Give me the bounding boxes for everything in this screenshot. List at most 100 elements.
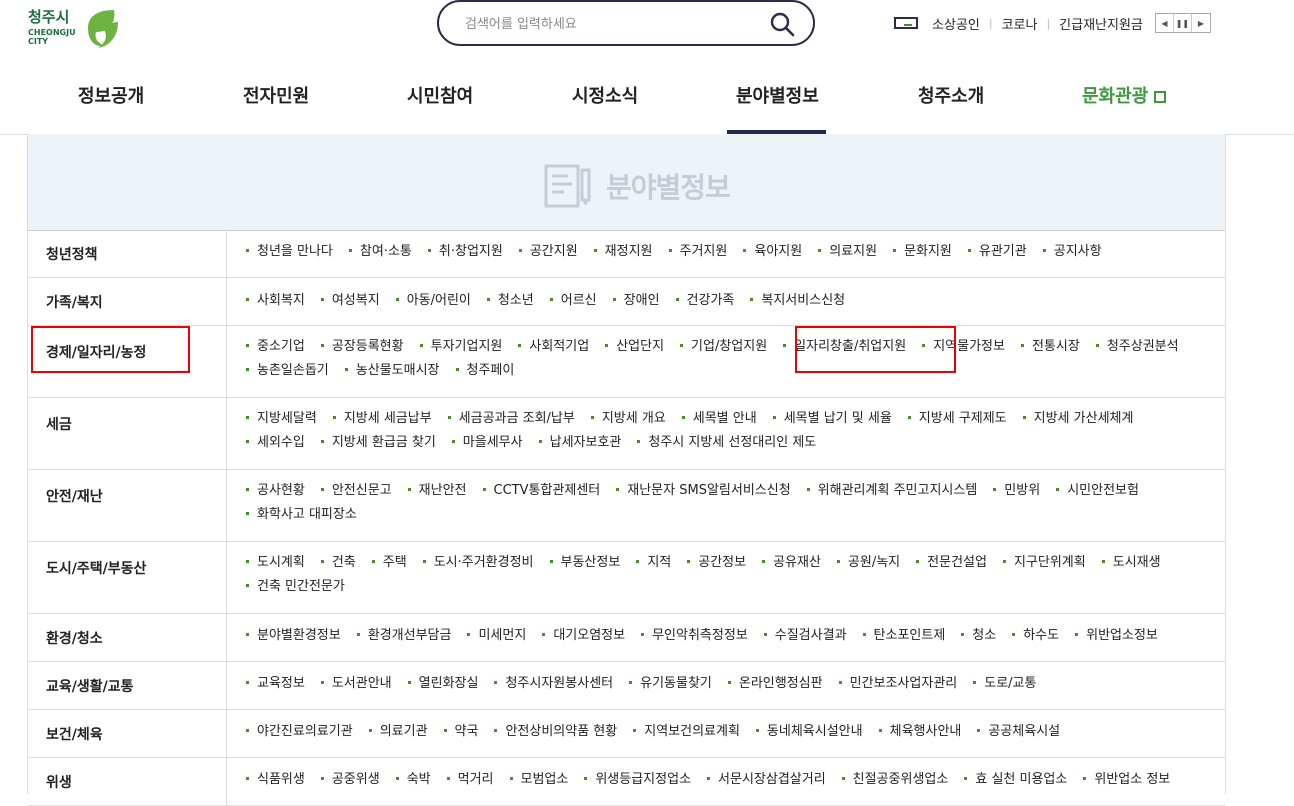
category-link[interactable]: 환경개선부담금 [357,624,452,648]
category-link[interactable]: 문화지원 [893,240,952,264]
category-link[interactable]: 청주시 지방세 선정대리인 제도 [637,431,816,455]
category-label[interactable]: 세금 [46,414,72,434]
category-link[interactable]: 재난안전 [408,479,467,503]
category-link[interactable]: 미세먼지 [467,624,526,648]
category-link[interactable]: 위반업소 정보 [1083,768,1170,792]
category-link[interactable]: 지적 [636,551,671,575]
category-link[interactable]: 세목별 납기 및 세율 [773,407,892,431]
category-link[interactable]: 친절공중위생업소 [842,768,949,792]
category-link[interactable]: 산업단지 [605,335,664,359]
category-link[interactable]: 기업/창업지원 [680,335,767,359]
category-link[interactable]: 공원/녹지 [837,551,900,575]
category-link[interactable]: 청주상권분석 [1096,335,1179,359]
category-link[interactable]: 도시계획 [246,551,305,575]
category-link[interactable]: 민간보조사업자관리 [839,672,958,696]
category-link[interactable]: 공사현황 [246,479,305,503]
category-link[interactable]: 참여·소통 [349,240,412,264]
category-link[interactable]: 의료지원 [818,240,877,264]
category-link[interactable]: 건강가족 [676,289,735,313]
util-link-corona[interactable]: 코로나 [1002,14,1038,33]
category-link[interactable]: 지방세 개요 [591,407,666,431]
category-label[interactable]: 교육/생활/교통 [46,676,134,696]
category-link[interactable]: 체육행사안내 [879,720,962,744]
category-link[interactable]: CCTV통합관제센터 [483,479,601,503]
category-link[interactable]: 위생등급지정업소 [584,768,691,792]
category-link[interactable]: 전통시장 [1021,335,1080,359]
category-link[interactable]: 공공체육시설 [977,720,1060,744]
category-link[interactable]: 복지서비스신청 [750,289,845,313]
category-link[interactable]: 세목별 안내 [682,407,757,431]
category-link[interactable]: 사회복지 [246,289,305,313]
category-link[interactable]: 수질검사결과 [764,624,847,648]
category-link[interactable]: 공장등록현황 [321,335,404,359]
category-link[interactable]: 중소기업 [246,335,305,359]
category-link[interactable]: 안전신문고 [321,479,392,503]
category-link[interactable]: 전문건설업 [916,551,987,575]
category-link[interactable]: 도시·주거환경정비 [423,551,534,575]
nav-culture-tourism[interactable]: 문화관광 [1082,82,1167,108]
category-link[interactable]: 분야별환경정보 [246,624,341,648]
category-link[interactable]: 공중위생 [321,768,380,792]
category-link[interactable]: 장애인 [613,289,660,313]
category-link[interactable]: 지방세 세금납부 [333,407,432,431]
nav-e-civil[interactable]: 전자민원 [243,82,309,108]
category-link[interactable]: 민방위 [993,479,1040,503]
next-icon[interactable]: ▶ [1192,14,1210,32]
category-link[interactable]: 청주시자원봉사센터 [494,672,613,696]
category-link[interactable]: 공간정보 [687,551,746,575]
category-link[interactable]: 효 실천 미용업소 [964,768,1067,792]
util-link-disaster-fund[interactable]: 긴급재난지원금 [1059,14,1143,33]
category-link[interactable]: 세금공과금 조회/납부 [448,407,575,431]
category-link[interactable]: 세외수입 [246,431,305,455]
prev-icon[interactable]: ◀ [1156,14,1174,32]
category-link[interactable]: 시민안전보험 [1056,479,1139,503]
category-link[interactable]: 온라인행정심판 [728,672,823,696]
category-link[interactable]: 화학사고 대피장소 [246,503,357,527]
category-link[interactable]: 지구단위계획 [1003,551,1086,575]
category-label[interactable]: 보건/체육 [46,724,103,744]
category-link[interactable]: 의료기관 [369,720,428,744]
category-link[interactable]: 주거지원 [669,240,728,264]
category-link[interactable]: 무인악취측정정보 [641,624,748,648]
category-link[interactable]: 농촌일손돕기 [246,359,329,383]
category-label[interactable]: 가족/복지 [46,292,103,312]
category-link[interactable]: 청소 [961,624,996,648]
category-link[interactable]: 위반업소정보 [1075,624,1158,648]
category-link[interactable]: 재정지원 [594,240,653,264]
nav-citizen-participation[interactable]: 시민참여 [407,82,473,108]
category-link[interactable]: 하수도 [1012,624,1059,648]
category-link[interactable]: 동네체육시설안내 [756,720,863,744]
category-link[interactable]: 청소년 [487,289,534,313]
category-link[interactable]: 재난문자 SMS알림서비스신청 [616,479,790,503]
category-label[interactable]: 안전/재난 [46,486,103,506]
category-link[interactable]: 건축 민간전문가 [246,575,345,599]
category-link[interactable]: 탄소포인트제 [863,624,946,648]
nav-info-disclosure[interactable]: 정보공개 [78,82,144,108]
category-link[interactable]: 약국 [444,720,479,744]
cheongju-logo[interactable]: 청주시 CHEONGJU CITY [28,6,120,52]
category-link[interactable]: 청주페이 [456,359,515,383]
util-link-small-business[interactable]: 소상공인 [932,14,980,33]
category-link[interactable]: 열린화장실 [408,672,479,696]
category-link[interactable]: 유관기관 [968,240,1027,264]
category-link[interactable]: 도시재생 [1102,551,1161,575]
category-link[interactable]: 육아지원 [743,240,802,264]
category-link[interactable]: 주택 [372,551,407,575]
category-link[interactable]: 공간지원 [519,240,578,264]
category-link[interactable]: 건축 [321,551,356,575]
nav-field-info[interactable]: 분야별정보 [736,82,819,108]
category-link[interactable]: 먹거리 [447,768,494,792]
category-label[interactable]: 환경/청소 [46,628,103,648]
category-link[interactable]: 공지사항 [1043,240,1102,264]
category-label[interactable]: 청년정책 [46,244,98,264]
category-link[interactable]: 마을세무사 [452,431,523,455]
category-link[interactable]: 납세자보호관 [539,431,622,455]
category-link[interactable]: 도로/교통 [973,672,1036,696]
category-link[interactable]: 위해관리계획 주민고지시스템 [807,479,978,503]
search-icon[interactable] [769,11,795,37]
category-label[interactable]: 위생 [46,772,72,792]
category-link[interactable]: 식품위생 [246,768,305,792]
category-link[interactable]: 숙박 [396,768,431,792]
category-link[interactable]: 공유재산 [762,551,821,575]
nav-city-news[interactable]: 시정소식 [572,82,638,108]
